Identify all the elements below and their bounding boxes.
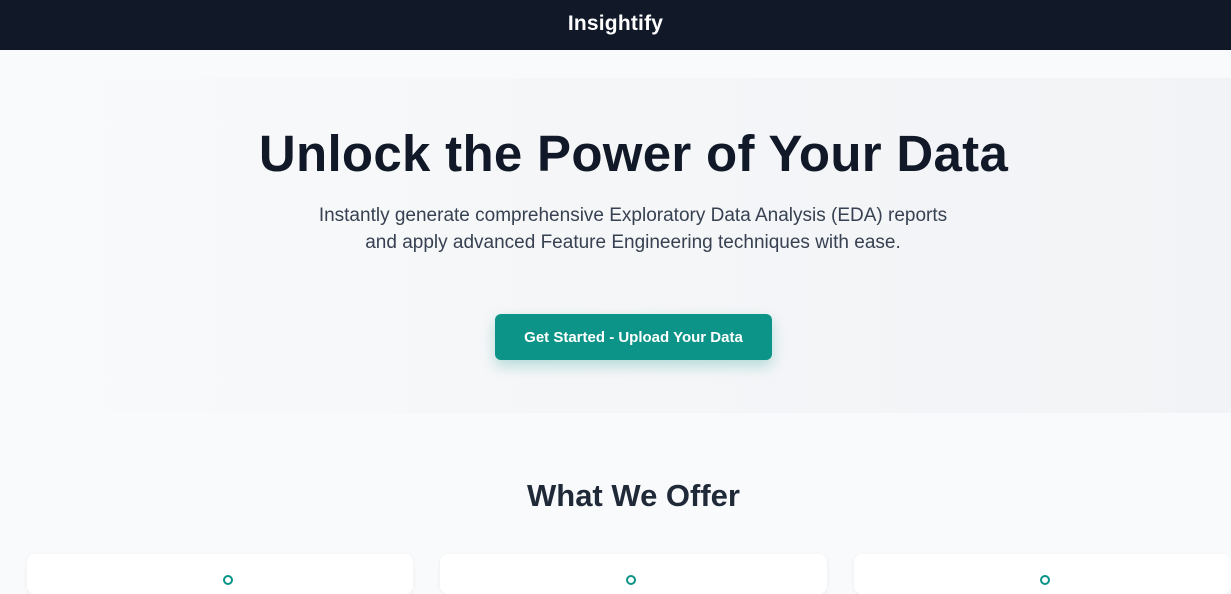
top-navbar: Insightify — [0, 0, 1231, 50]
feature-icon — [1040, 575, 1050, 585]
feature-icon — [223, 575, 233, 585]
feature-card-2 — [440, 554, 827, 594]
feature-card-3 — [854, 554, 1231, 594]
hero-subtitle: Instantly generate comprehensive Explora… — [318, 205, 948, 253]
feature-icon — [626, 575, 636, 585]
feature-card-1 — [27, 554, 413, 594]
hero-title: Unlock the Power of Your Data — [258, 125, 1009, 182]
what-we-offer-heading: What We Offer — [527, 478, 740, 513]
get-started-upload-button[interactable]: Get Started - Upload Your Data — [495, 314, 772, 360]
brand-logo-text[interactable]: Insightify — [568, 12, 663, 36]
